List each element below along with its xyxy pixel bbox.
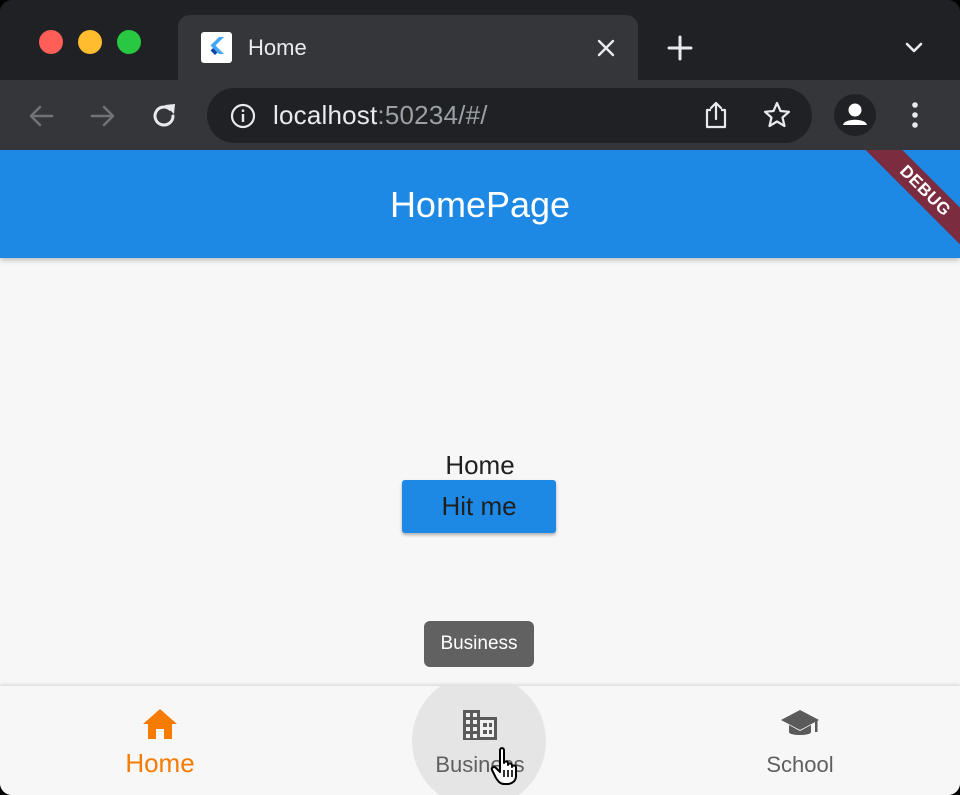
share-icon[interactable] [702, 100, 730, 130]
flutter-app: HomePage DEBUG Home Hit me Business Home [0, 150, 960, 795]
page-title: HomePage [389, 184, 571, 225]
url-path: :50234/#/ [377, 100, 488, 130]
browser-toolbar: localhost:50234/#/ [0, 80, 960, 150]
flutter-icon [201, 32, 232, 63]
school-icon [780, 704, 820, 744]
chevron-down-icon[interactable] [902, 36, 926, 60]
star-icon[interactable] [762, 100, 792, 130]
nav-label-business: Business [435, 752, 525, 777]
tab-close-icon[interactable] [594, 36, 618, 60]
reload-icon[interactable] [148, 100, 180, 132]
hit-me-button[interactable]: Hit me [402, 480, 556, 533]
business-icon [460, 704, 500, 744]
back-arrow-icon[interactable] [25, 100, 57, 132]
app-bar: HomePage [0, 150, 960, 258]
browser-window: Home localhost:50234/#/ HomePage DEBUG H… [0, 0, 960, 795]
url-host: localhost [273, 100, 378, 130]
hand-pointer-cursor-icon [490, 746, 524, 786]
info-icon[interactable] [229, 102, 257, 130]
tab-strip: Home [0, 0, 960, 80]
nav-item-home[interactable]: Home [0, 686, 320, 795]
tab-title: Home [248, 35, 307, 60]
new-tab-icon[interactable] [665, 33, 695, 63]
tooltip: Business [424, 621, 534, 667]
bottom-navigation-bar: Home Business School [0, 686, 960, 795]
nav-item-school[interactable]: School [640, 686, 960, 795]
url-text: localhost:50234/#/ [273, 100, 488, 131]
close-window-button[interactable] [39, 30, 63, 54]
tab-home[interactable]: Home [178, 15, 638, 80]
home-icon [140, 704, 180, 744]
forward-arrow-icon[interactable] [87, 100, 119, 132]
minimize-window-button[interactable] [78, 30, 102, 54]
profile-avatar-icon[interactable] [834, 94, 876, 136]
nav-label-home: Home [125, 748, 195, 778]
address-bar[interactable]: localhost:50234/#/ [207, 88, 812, 143]
nav-label-school: School [766, 752, 834, 777]
body-label: Home [445, 450, 515, 480]
maximize-window-button[interactable] [117, 30, 141, 54]
nav-item-business[interactable]: Business [320, 686, 640, 795]
more-vert-icon[interactable] [903, 100, 927, 130]
